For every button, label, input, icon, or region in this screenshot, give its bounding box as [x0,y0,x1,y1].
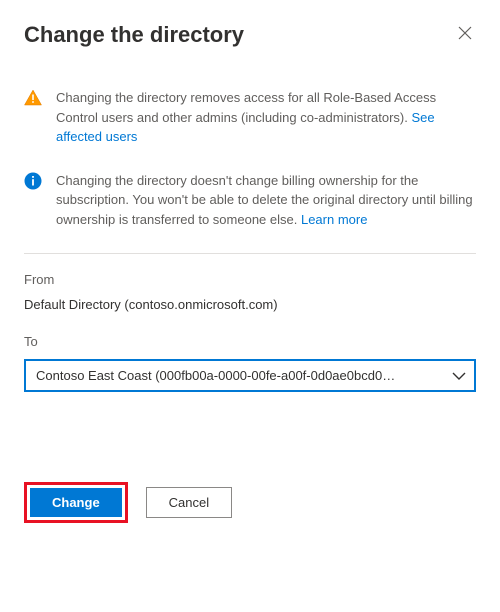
info-alert: Changing the directory doesn't change bi… [24,171,476,230]
warning-alert: Changing the directory removes access fo… [24,88,476,147]
from-value: Default Directory (contoso.onmicrosoft.c… [24,297,476,312]
close-icon [458,26,472,40]
from-label: From [24,272,476,287]
to-label: To [24,334,476,349]
info-icon [24,172,42,190]
divider [24,253,476,254]
cancel-button[interactable]: Cancel [146,487,232,518]
warning-text: Changing the directory removes access fo… [56,90,436,125]
close-button[interactable] [454,22,476,48]
dialog-title: Change the directory [24,22,244,48]
warning-icon [24,89,42,107]
change-button-highlight: Change [24,482,128,523]
learn-more-link[interactable]: Learn more [301,212,367,227]
change-button[interactable]: Change [30,488,122,517]
directory-select[interactable]: Contoso East Coast (000fb00a-0000-00fe-a… [24,359,476,392]
info-text: Changing the directory doesn't change bi… [56,173,473,227]
